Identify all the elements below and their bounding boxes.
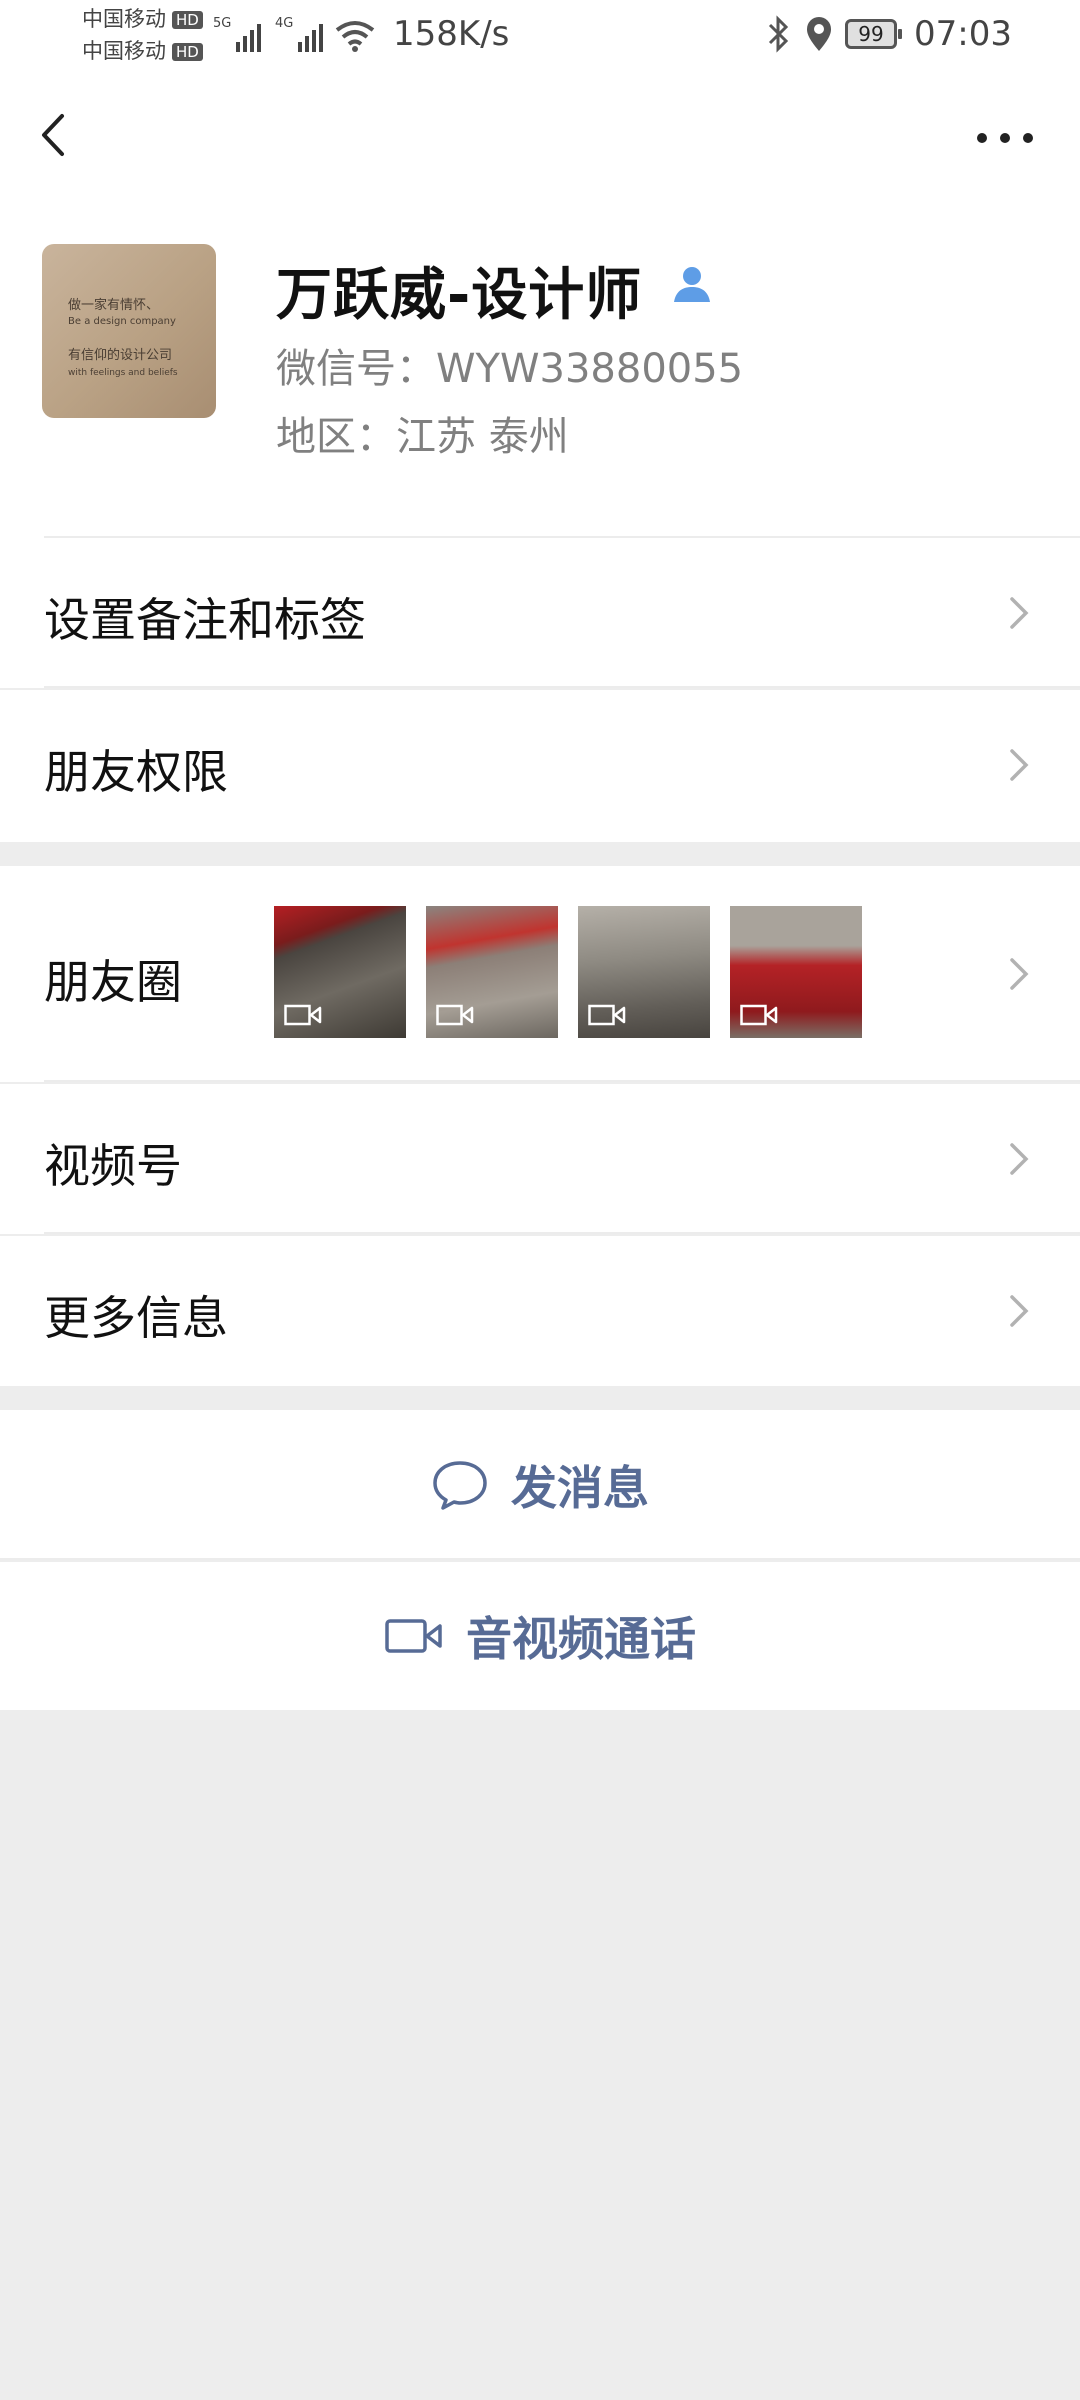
divider [44, 1232, 1080, 1234]
location-icon [807, 17, 831, 51]
signal-5g-icon: 5G [213, 16, 262, 52]
video-camera-icon [436, 1004, 474, 1026]
divider [44, 686, 1080, 688]
contact-name: 万跃威-设计师 [276, 263, 643, 328]
top-nav-bar [0, 76, 1080, 186]
moment-thumbnail[interactable] [730, 906, 862, 1038]
send-message-label: 发消息 [511, 1461, 649, 1515]
avatar-text-1: 做一家有情怀、 [68, 298, 160, 313]
chevron-right-icon [1010, 958, 1029, 990]
avatar[interactable]: 做一家有情怀、 Be a design company 有信仰的设计公司 wit… [42, 244, 216, 418]
row-moments-label: 朋友圈 [44, 955, 182, 1009]
row-channels-label: 视频号 [44, 1139, 182, 1193]
status-bar: 中国移动 HD 中国移动 HD 5G 4G 158K/s 99 07:03 [0, 0, 1080, 76]
contact-person-icon [674, 267, 710, 302]
row-more-info-label: 更多信息 [44, 1291, 228, 1345]
carrier-1: 中国移动 HD [82, 6, 203, 32]
row-more-info[interactable]: 更多信息 [0, 1236, 1080, 1386]
send-message-button[interactable]: 发消息 [0, 1410, 1080, 1560]
battery-indicator: 99 [845, 19, 902, 49]
video-camera-icon [385, 1619, 442, 1653]
signal-4g-icon: 4G [275, 16, 324, 52]
row-remarks-label: 设置备注和标签 [44, 593, 366, 647]
net-4g-label: 4G [275, 16, 294, 31]
bluetooth-icon [768, 15, 789, 53]
divider [44, 1080, 1080, 1082]
moment-thumbnail[interactable] [578, 906, 710, 1038]
chevron-left-icon[interactable] [36, 110, 72, 160]
more-dots-icon[interactable] [974, 126, 1038, 150]
avatar-text-4: with feelings and beliefs [68, 368, 178, 378]
net-5g-label: 5G [213, 16, 232, 31]
video-call-button[interactable]: 音视频通话 [0, 1562, 1080, 1710]
hd-badge-1: HD [172, 11, 203, 29]
divider [0, 1558, 1080, 1560]
moment-thumbnail[interactable] [274, 906, 406, 1038]
region: 地区：江苏 泰州 [276, 414, 569, 460]
carrier-1-label: 中国移动 [82, 7, 166, 31]
row-permissions-label: 朋友权限 [44, 745, 228, 799]
row-channels[interactable]: 视频号 [0, 1084, 1080, 1234]
hd-badge-2: HD [172, 43, 203, 61]
video-camera-icon [588, 1004, 626, 1026]
avatar-text-2: Be a design company [68, 316, 176, 327]
wechat-id: 微信号：WYW33880055 [276, 346, 744, 392]
chat-bubble-icon [433, 1461, 487, 1510]
chevron-right-icon [1010, 749, 1029, 781]
carrier-2: 中国移动 HD [82, 38, 203, 64]
row-remarks-tags[interactable]: 设置备注和标签 [0, 538, 1080, 688]
chevron-right-icon [1010, 597, 1029, 629]
row-moments[interactable]: 朋友圈 [0, 866, 1080, 1082]
video-camera-icon [740, 1004, 778, 1026]
avatar-text-3: 有信仰的设计公司 [68, 348, 173, 363]
video-call-label: 音视频通话 [466, 1612, 696, 1666]
moment-thumbnail[interactable] [426, 906, 558, 1038]
chevron-right-icon [1010, 1295, 1029, 1327]
row-friend-permissions[interactable]: 朋友权限 [0, 690, 1080, 842]
profile-card: 做一家有情怀、 Be a design company 有信仰的设计公司 wit… [0, 186, 1080, 538]
video-camera-icon [284, 1004, 322, 1026]
chevron-right-icon [1010, 1143, 1029, 1175]
carrier-2-label: 中国移动 [82, 39, 166, 63]
network-speed: 158K/s [393, 14, 510, 54]
contact-profile-screen: 中国移动 HD 中国移动 HD 5G 4G 158K/s 99 07:03 做一… [0, 0, 1080, 2400]
wifi-icon [335, 21, 375, 52]
clock: 07:03 [914, 14, 1012, 54]
